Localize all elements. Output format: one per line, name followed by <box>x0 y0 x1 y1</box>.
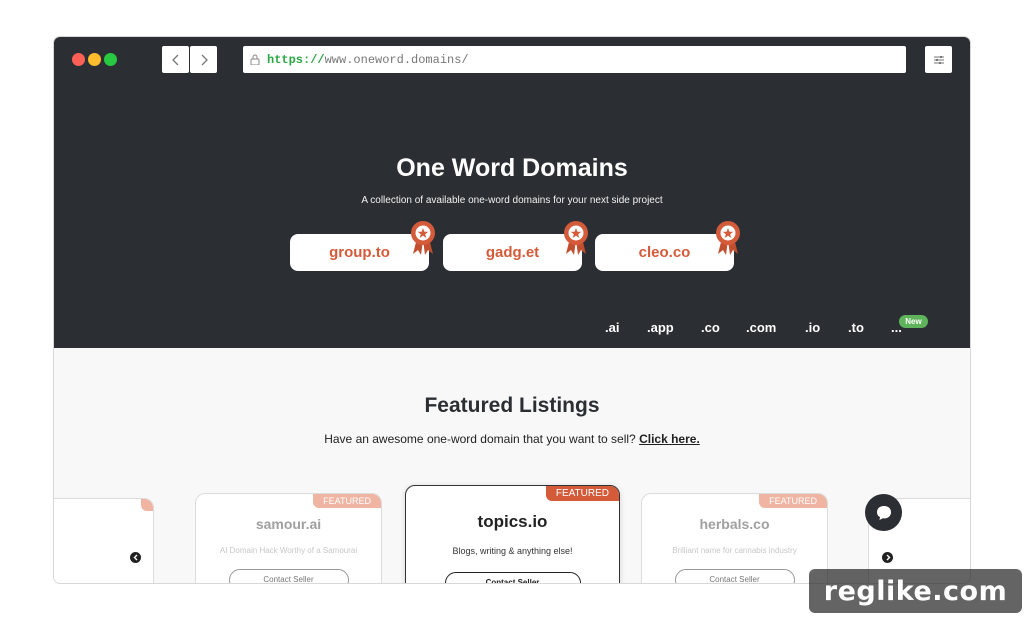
tld-link-app[interactable]: .app <box>647 320 674 335</box>
lock-icon <box>249 54 261 66</box>
url-scheme: https:// <box>267 52 325 67</box>
featured-badge: FEATURED <box>759 494 827 508</box>
domain-pill[interactable]: cleo.co <box>595 221 740 271</box>
carousel-prev-button[interactable] <box>130 552 141 563</box>
featured-badge: FEATURED <box>313 494 381 508</box>
featured-title: Featured Listings <box>424 394 600 417</box>
tld-link-to[interactable]: .to <box>848 320 864 335</box>
url-text: www.oneword.domains/ <box>324 52 469 67</box>
domain-pill-label: gadg.et <box>485 244 540 261</box>
listing-description: Blogs, writing & anything else! <box>452 546 573 556</box>
watermark-logo: reglike.com <box>809 569 1022 613</box>
carousel-next-button[interactable] <box>882 552 893 563</box>
listing-card-partial <box>54 498 154 583</box>
listing-description: AI Domain Hack Worthy of a Samourai <box>219 546 358 555</box>
featured-subtitle: Have an awesome one-word domain that you… <box>54 432 970 446</box>
contact-seller-button[interactable]: Contact Seller <box>674 569 795 583</box>
featured-badge <box>141 499 153 511</box>
chevron-right-icon <box>201 54 208 65</box>
chat-button[interactable] <box>865 494 902 531</box>
maximize-window-button[interactable] <box>104 53 117 66</box>
listing-domain: herbals.co <box>699 516 770 532</box>
hero-section: One Word Domains A collection of availab… <box>54 82 970 348</box>
chevron-left-icon <box>171 54 178 65</box>
settings-button[interactable] <box>925 46 952 73</box>
domain-pill-label: group.to <box>329 244 390 261</box>
featured-badge: FEATURED <box>545 486 619 501</box>
back-button[interactable] <box>162 46 189 73</box>
chat-bubble-icon <box>876 505 891 520</box>
award-ribbon-icon <box>411 221 435 255</box>
listing-card[interactable]: FEATURED samour.ai AI Domain Hack Worthy… <box>195 493 382 583</box>
address-bar[interactable]: https://www.oneword.domains/ <box>243 46 906 73</box>
sliders-icon <box>933 55 944 64</box>
listing-domain: samour.ai <box>255 516 322 532</box>
chevron-right-icon <box>886 554 890 561</box>
tld-link-ai[interactable]: .ai <box>605 320 619 335</box>
contact-seller-button[interactable]: Contact Seller <box>444 572 581 583</box>
listing-description: Brilliant name for cannabis industry <box>672 546 797 555</box>
award-ribbon-icon <box>716 221 740 255</box>
browser-window: https://www.oneword.domains/ One Word Do… <box>54 37 970 583</box>
domain-pill[interactable]: gadg.et <box>443 221 588 271</box>
page-title: One Word Domains <box>396 154 628 182</box>
tld-link-io[interactable]: .io <box>805 320 820 335</box>
tld-link-co[interactable]: .co <box>701 320 720 335</box>
domain-pill-label: cleo.co <box>638 244 691 261</box>
close-window-button[interactable] <box>72 53 85 66</box>
listing-card-active[interactable]: FEATURED topics.io Blogs, writing & anyt… <box>405 485 620 583</box>
contact-seller-button[interactable]: Contact Seller <box>228 569 349 583</box>
listing-card[interactable]: FEATURED herbals.co Brilliant name for c… <box>641 493 828 583</box>
new-badge: New <box>899 315 928 328</box>
tld-nav: .ai .app .co .com .io .to ... <box>54 320 970 340</box>
browser-toolbar: https://www.oneword.domains/ <box>54 37 970 82</box>
tld-link-com[interactable]: .com <box>746 320 776 335</box>
minimize-window-button[interactable] <box>88 53 101 66</box>
domain-pill[interactable]: group.to <box>290 221 435 271</box>
listing-domain: topics.io <box>477 512 548 531</box>
award-ribbon-icon <box>564 221 588 255</box>
click-here-link[interactable]: Click here. <box>639 432 700 446</box>
forward-button[interactable] <box>190 46 217 73</box>
featured-subtitle-text: Have an awesome one-word domain that you… <box>324 432 636 446</box>
page-subtitle: A collection of available one-word domai… <box>361 195 663 206</box>
chevron-left-icon <box>133 554 137 561</box>
